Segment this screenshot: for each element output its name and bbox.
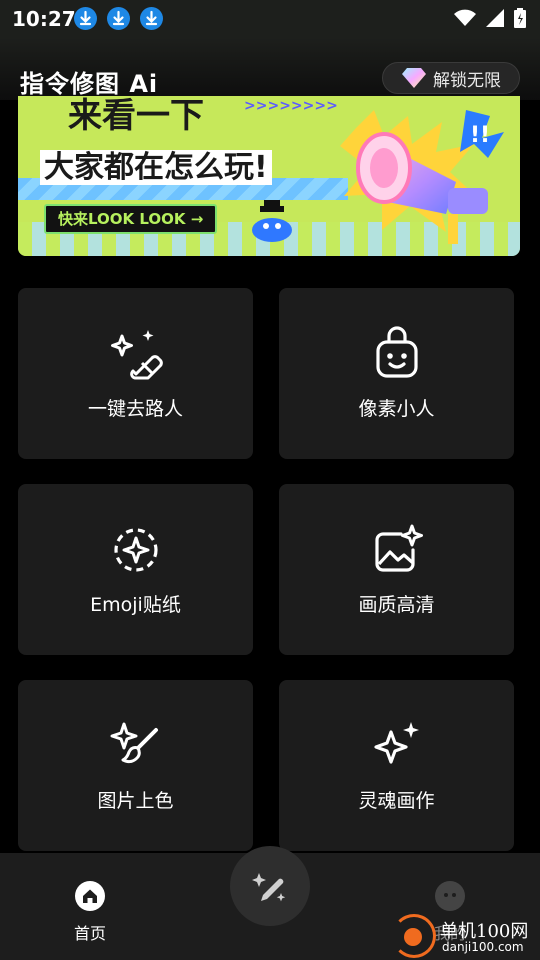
megaphone-icon: !! — [340, 110, 504, 244]
feature-card-soul-painting[interactable]: 灵魂画作 — [279, 680, 514, 851]
status-bar: 10:27 — [0, 0, 540, 38]
feature-card-pixel-people[interactable]: 像素小人 — [279, 288, 514, 459]
wifi-icon — [454, 9, 476, 26]
image-sparkle-icon — [374, 524, 423, 572]
magic-pen-icon — [252, 873, 286, 902]
download-icon — [74, 7, 97, 30]
home-icon — [75, 881, 105, 911]
banner-cta-button[interactable]: 快来LOOK LOOK → — [44, 204, 218, 234]
feature-label: 图片上色 — [97, 790, 174, 812]
profile-icon — [435, 881, 465, 911]
signal-icon — [486, 9, 504, 27]
sparkles-icon — [373, 722, 419, 764]
app-title: 指令修图 Ai — [20, 70, 159, 98]
promo-banner[interactable]: 来看一下 >>>>>>>> 大家都在怎么玩! 快来LOOK LOOK → !! — [18, 96, 520, 256]
status-time: 10:27 — [12, 7, 76, 31]
unlock-button[interactable]: 解锁无限 — [382, 62, 520, 94]
battery-icon — [514, 8, 526, 28]
create-button[interactable] — [230, 846, 310, 926]
download-icon — [107, 7, 130, 30]
feature-label: Emoji贴纸 — [90, 594, 181, 616]
unlock-label: 解锁无限 — [433, 70, 501, 91]
feature-card-remove-people[interactable]: 一键去路人 — [18, 288, 253, 459]
mascot-icon — [252, 200, 292, 242]
feature-label: 画质高清 — [358, 594, 435, 616]
feature-label: 像素小人 — [358, 398, 435, 420]
feature-card-hd-quality[interactable]: 画质高清 — [279, 484, 514, 655]
svg-text:!!: !! — [470, 123, 490, 148]
feature-card-emoji-sticker[interactable]: Emoji贴纸 — [18, 484, 253, 655]
feature-label: 一键去路人 — [87, 398, 183, 420]
nav-home-label: 首页 — [73, 924, 106, 943]
banner-subheadline: 大家都在怎么玩! — [40, 142, 272, 186]
feature-label: 灵魂画作 — [358, 790, 435, 812]
diamond-icon — [402, 68, 426, 88]
download-icon — [140, 7, 163, 30]
banner-headline: 来看一下 — [68, 96, 204, 136]
watermark: 单机100网 danji100.com — [390, 912, 540, 960]
watermark-url: danji100.com — [442, 940, 524, 954]
feature-card-colorize[interactable]: 图片上色 — [18, 680, 253, 851]
sparkle-circle-icon — [113, 528, 158, 572]
banner-arrows: >>>>>>>> — [244, 98, 338, 114]
magic-brush-icon — [110, 722, 158, 764]
watermark-dot — [404, 928, 422, 946]
robot-face-icon — [375, 326, 418, 378]
magic-eraser-icon — [110, 330, 163, 380]
nav-home[interactable]: 首页 — [60, 880, 120, 944]
